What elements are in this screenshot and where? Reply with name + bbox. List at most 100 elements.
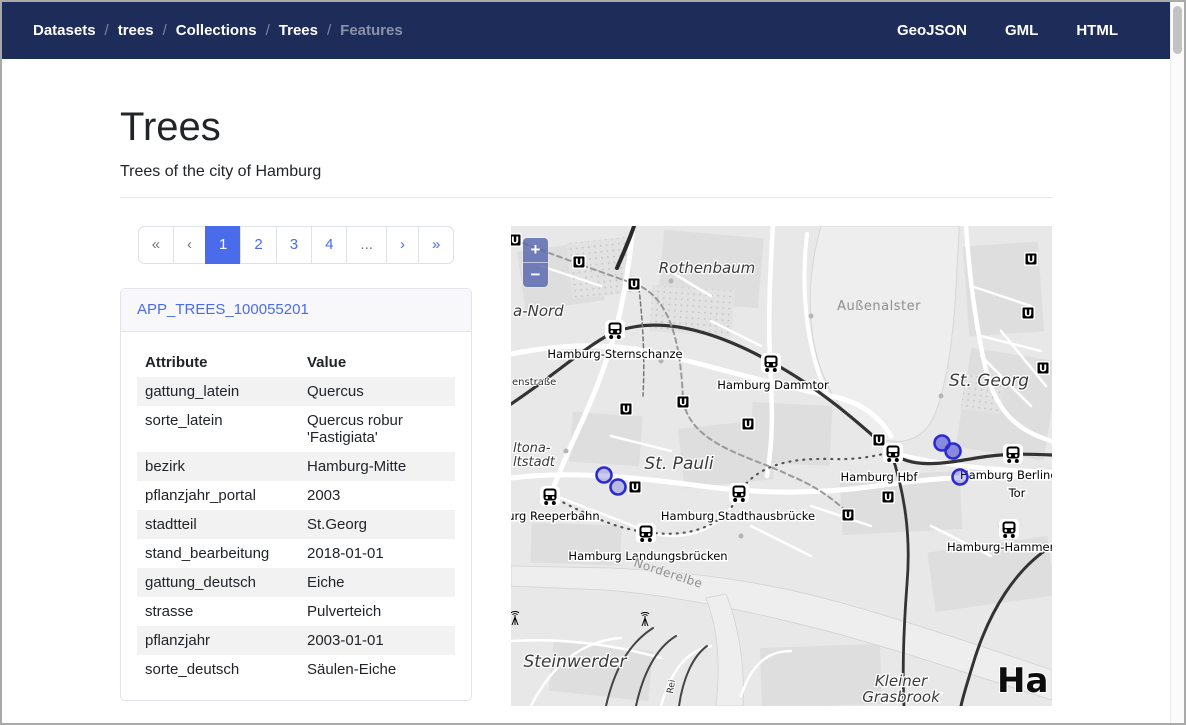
station-label: Hamburg Hbf: [841, 470, 919, 484]
attribute-name: sorte_deutsch: [137, 655, 299, 684]
attribute-column-header: Attribute: [137, 348, 299, 377]
pagination: «‹1234...›»: [138, 226, 455, 264]
breadcrumb-trees[interactable]: trees: [118, 22, 154, 39]
attribute-value: Hamburg-Mitte: [299, 452, 455, 481]
attribute-value: 2003: [299, 481, 455, 510]
station-label: Tor: [1008, 486, 1026, 500]
ubahn-icon: [572, 255, 586, 269]
table-row: strassePulverteich: [137, 597, 455, 626]
train-station-icon: [883, 443, 903, 463]
attribute-value: Säulen-Eiche: [299, 655, 455, 684]
map-marker[interactable]: [611, 480, 626, 495]
page-button-3[interactable]: 3: [276, 226, 312, 264]
attribute-name: gattung_deutsch: [137, 568, 299, 597]
station-label: Hamburg Stadthausbrücke: [661, 509, 815, 523]
ubahn-icon: [628, 480, 642, 494]
attribute-name: gattung_latein: [137, 377, 299, 406]
map[interactable]: + −: [511, 226, 1052, 706]
format-links: GeoJSON GML HTML: [897, 22, 1118, 39]
attribute-value: Pulverteich: [299, 597, 455, 626]
page-title: Trees: [120, 103, 1053, 151]
map-marker[interactable]: [597, 468, 612, 483]
format-link-geojson[interactable]: GeoJSON: [897, 22, 967, 39]
map-canvas[interactable]: U: [511, 226, 1052, 706]
train-station-icon: [761, 353, 781, 373]
ubahn-icon: [676, 395, 690, 409]
district-label: Grasbrook: [862, 688, 941, 706]
table-row: sorte_deutschSäulen-Eiche: [137, 655, 455, 684]
page-button-2[interactable]: 2: [240, 226, 276, 264]
ubahn-icon: [511, 233, 522, 247]
station-label: Hamburg-Sternschanze: [547, 347, 682, 361]
attribute-table-body: gattung_lateinQuercussorte_lateinQuercus…: [137, 377, 455, 684]
breadcrumb-collections[interactable]: Collections: [176, 22, 257, 39]
map-zoom-control: + −: [523, 238, 548, 287]
attribute-value: 2003-01-01: [299, 626, 455, 655]
breadcrumb-separator: /: [266, 22, 270, 39]
city-label: Ha: [997, 661, 1048, 701]
attribute-name: stadtteil: [137, 510, 299, 539]
attribute-value: Quercus: [299, 377, 455, 406]
page-content: Trees Trees of the city of Hamburg «‹123…: [2, 59, 1170, 706]
zoom-in-button[interactable]: +: [523, 238, 548, 262]
table-row: stand_bearbeitung2018-01-01: [137, 539, 455, 568]
ubahn-icon: [1036, 361, 1050, 375]
feature-card: APP_TREES_100055201 Attribute Value: [120, 288, 472, 701]
breadcrumb-separator: /: [163, 22, 167, 39]
attribute-name: bezirk: [137, 452, 299, 481]
format-link-gml[interactable]: GML: [1005, 22, 1038, 39]
train-station-icon: [729, 483, 749, 503]
district-label: Steinwerder: [523, 652, 627, 672]
page-button-4[interactable]: 4: [311, 226, 347, 264]
map-marker[interactable]: [946, 444, 961, 459]
attribute-name: pflanzjahr_portal: [137, 481, 299, 510]
scrollbar-thumb[interactable]: [1173, 6, 1182, 54]
attribute-name: sorte_latein: [137, 406, 299, 452]
table-row: stadtteilSt.Georg: [137, 510, 455, 539]
page-button-‹: ‹: [173, 226, 206, 264]
table-row: pflanzjahr2003-01-01: [137, 626, 455, 655]
water-label: Außenalster: [837, 299, 921, 314]
page-button-»[interactable]: »: [418, 226, 454, 264]
train-station-icon: [605, 320, 625, 340]
feature-column: «‹1234...›» APP_TREES_100055201 Attribut…: [120, 226, 472, 701]
breadcrumb: Datasets/trees/Collections/Trees/Feature…: [33, 22, 403, 39]
feature-card-body: Attribute Value gattung_lateinQuercussor…: [121, 332, 471, 700]
divider: [120, 197, 1053, 198]
browser-page: Datasets/trees/Collections/Trees/Feature…: [0, 0, 1186, 725]
ubahn-icon: [841, 508, 855, 522]
breadcrumb-datasets[interactable]: Datasets: [33, 22, 96, 39]
breadcrumb-trees[interactable]: Trees: [279, 22, 318, 39]
station-label: Hamburg-Hammerbrook: [947, 540, 1052, 554]
station-label: Hamburg Dammtor: [717, 378, 829, 392]
feature-card-header: APP_TREES_100055201: [121, 289, 471, 332]
page-button-«: «: [138, 226, 174, 264]
format-link-html[interactable]: HTML: [1076, 22, 1118, 39]
train-station-icon: [999, 519, 1019, 539]
map-marker[interactable]: [953, 470, 968, 485]
attribute-name: pflanzjahr: [137, 626, 299, 655]
district-label: ltona-: [513, 441, 551, 456]
district-label: ltstadt: [513, 455, 556, 470]
table-row: bezirkHamburg-Mitte: [137, 452, 455, 481]
breadcrumb-separator: /: [105, 22, 109, 39]
district-label: a-Nord: [513, 302, 564, 320]
station-label: Hamburg Reeperbahn: [511, 509, 600, 523]
district-label: Rothenbaum: [659, 259, 756, 277]
ubahn-icon: [1021, 306, 1035, 320]
attribute-value: Eiche: [299, 568, 455, 597]
breadcrumb-separator: /: [327, 22, 331, 39]
street-label: enstraße: [512, 377, 556, 388]
page-button-1[interactable]: 1: [205, 226, 241, 264]
train-station-icon: [636, 523, 656, 543]
attribute-value: Quercus robur 'Fastigiata': [299, 406, 455, 452]
ubahn-icon: [881, 490, 895, 504]
station-label: Hamburg Berliner: [960, 468, 1052, 482]
table-row: sorte_lateinQuercus robur 'Fastigiata': [137, 406, 455, 452]
page-scrollbar[interactable]: [1170, 2, 1184, 723]
page-button-›[interactable]: ›: [386, 226, 419, 264]
zoom-out-button[interactable]: −: [523, 262, 548, 287]
train-station-icon: [540, 486, 560, 506]
navbar: Datasets/trees/Collections/Trees/Feature…: [2, 2, 1170, 59]
feature-id-link[interactable]: APP_TREES_100055201: [137, 301, 309, 318]
